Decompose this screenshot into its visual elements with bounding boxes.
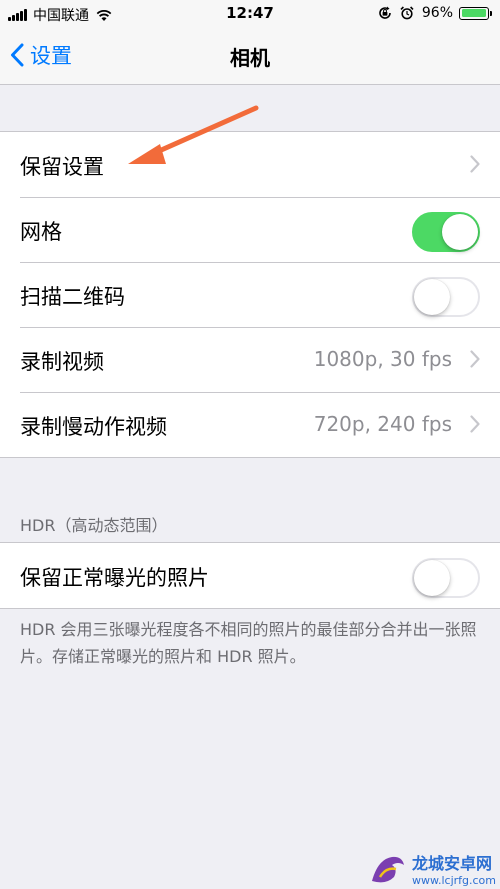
row-label: 录制视频 [20, 350, 104, 374]
row-label: 录制慢动作视频 [20, 415, 167, 439]
row-record-slomo[interactable]: 录制慢动作视频 720p, 240 fps [0, 392, 500, 457]
camera-settings-group: 保留设置 网格 扫描二维码 录制视频 1080p, 30 fps 录制慢动作视频… [0, 131, 500, 458]
row-scan-qr: 扫描二维码 [0, 262, 500, 327]
alarm-icon [400, 6, 414, 20]
page-title: 相机 [230, 46, 270, 70]
toggle-knob [414, 279, 450, 315]
scan-qr-toggle[interactable] [412, 277, 480, 317]
watermark-name: 龙城安卓网 [412, 854, 493, 873]
chevron-right-icon [470, 155, 480, 173]
row-value: 720p, 240 fps [313, 412, 452, 436]
watermark: 龙城安卓网 www.lcjrfg.com [368, 850, 496, 887]
hdr-group: 保留正常曝光的照片 [0, 542, 500, 609]
hdr-footer-note: HDR 会用三张曝光程度各不相同的照片的最佳部分合并出一张照片。存储正常曝光的照… [20, 620, 477, 666]
grid-toggle[interactable] [412, 212, 480, 252]
row-label: 扫描二维码 [20, 285, 125, 309]
status-right: 96% [378, 5, 492, 21]
keep-normal-photo-toggle[interactable] [412, 558, 480, 598]
status-bar: 中国联通 12:47 96% [0, 0, 500, 28]
row-label: 网格 [20, 220, 62, 244]
annotation-arrow-icon [128, 105, 259, 164]
battery-icon [459, 6, 492, 20]
row-label: 保留设置 [20, 155, 104, 179]
row-keep-normal-photo: 保留正常曝光的照片 [0, 543, 500, 608]
row-record-video[interactable]: 录制视频 1080p, 30 fps [0, 327, 500, 392]
chevron-right-icon [470, 415, 480, 433]
toggle-knob [442, 214, 478, 250]
battery-percent: 96% [421, 5, 453, 21]
rotation-lock-icon [379, 6, 391, 19]
chevron-right-icon [470, 350, 480, 368]
nav-bar: 设置 相机 [0, 28, 500, 85]
row-grid: 网格 [0, 197, 500, 262]
row-value: 1080p, 30 fps [313, 347, 452, 371]
watermark-url: www.lcjrfg.com [412, 874, 497, 887]
watermark-logo-icon [372, 856, 404, 882]
row-label: 保留正常曝光的照片 [20, 566, 209, 590]
hdr-section-header: HDR（高动态范围） [20, 516, 168, 535]
toggle-knob [414, 560, 450, 596]
